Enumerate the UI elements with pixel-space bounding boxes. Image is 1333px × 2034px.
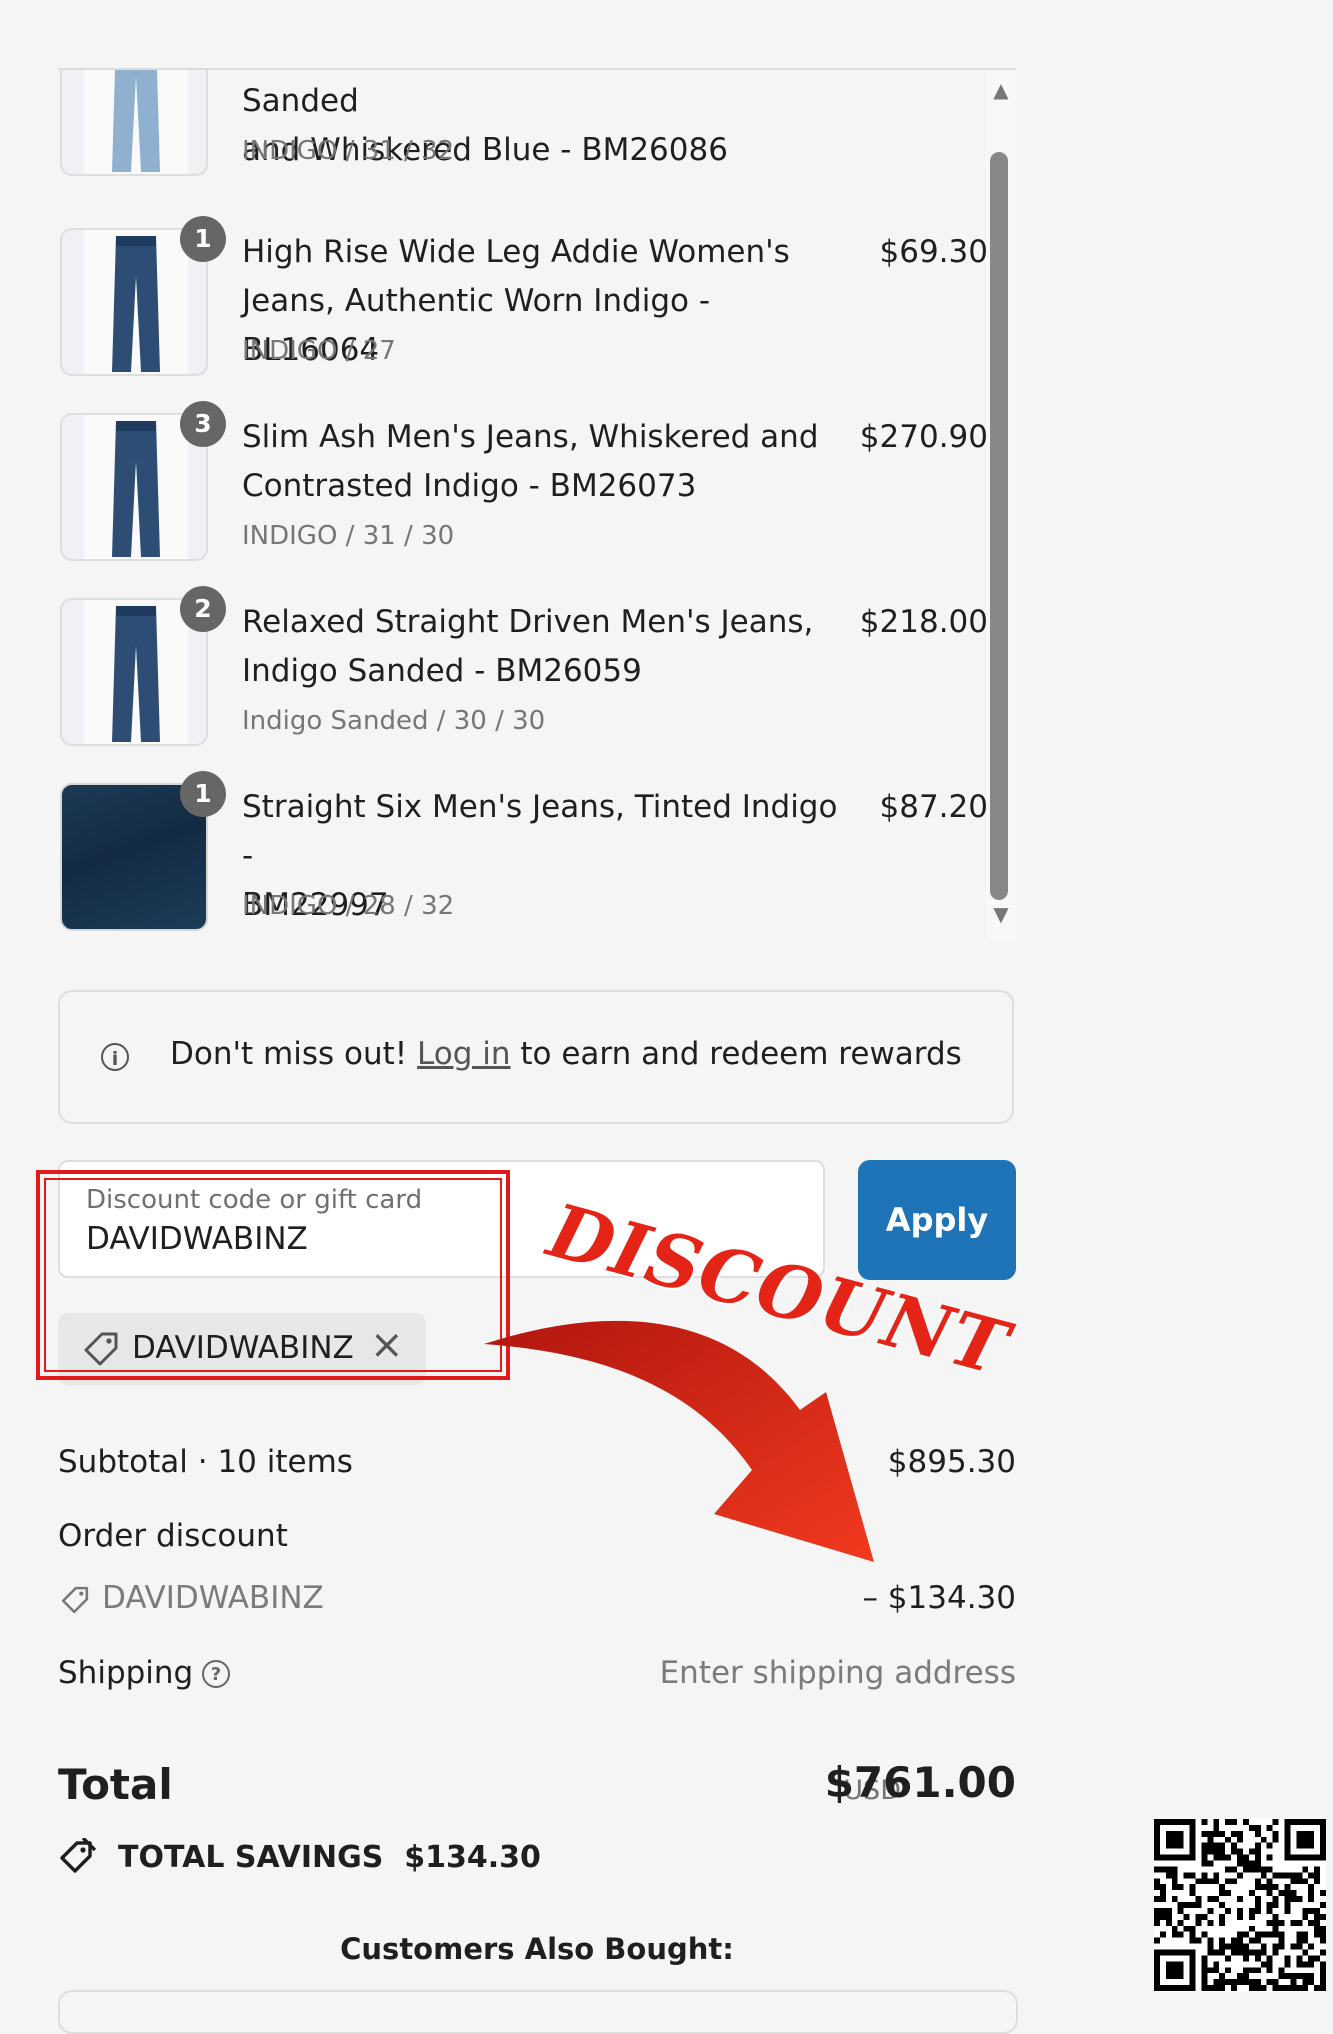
product-price: $87.20 [879,789,988,825]
cart-item: 3 Slim Ash Men's Jeans, Whiskered and Cont… [58,401,988,598]
total-savings: TOTAL SAVINGS $134.30 [118,1840,541,1875]
product-name: Slim Ash Men's Jeans, Whiskered and Contr… [242,413,842,511]
scroll-down-arrow-icon[interactable]: ▼ [989,902,1013,926]
cart-item-list[interactable]: Slim Bootcut King Men's Jeans, Sandedand… [58,68,1016,940]
recommendation-card[interactable] [58,1990,1018,2034]
quantity-badge: 1 [180,771,226,817]
order-discount-value: – $134.30 [862,1580,1016,1616]
cart-item: Slim Bootcut King Men's Jeans, Sandedand… [58,68,988,213]
savings-tag-icon [60,1838,96,1873]
help-icon[interactable]: ? [202,1660,230,1688]
product-variant: INDIGO / 31 / 32 [242,136,455,166]
cart-item: 1 High Rise Wide Leg Addie Women's Jeans, … [58,216,988,413]
login-link[interactable]: Log in [417,1036,510,1072]
product-variant: INDIGO / 31 / 30 [242,521,455,551]
product-price: $69.30 [879,234,988,270]
product-name-line: Straight Six Men's Jeans, Tinted Indigo … [242,789,838,874]
rewards-prefix: Don't miss out! [170,1036,418,1072]
info-icon: i [101,1043,129,1071]
total-label: Total [58,1760,173,1809]
apply-button[interactable]: Apply [858,1160,1016,1280]
order-discount-label: Order discount [58,1518,288,1554]
product-name-line: Slim Ash Men's Jeans, Whiskered and [242,419,819,455]
product-name-line: High Rise Wide Leg Addie Women's [242,234,790,270]
subtotal-value: $895.30 [887,1444,1016,1480]
product-price: $218.00 [859,604,988,640]
subtotal-label: Subtotal · 10 items [58,1444,353,1480]
product-variant: INDIGO / 28 / 32 [242,891,455,921]
quantity-badge: 2 [180,586,226,632]
total-value: $761.00 [824,1758,1016,1807]
savings-value: $134.30 [404,1840,541,1875]
product-name: Relaxed Straight Driven Men's Jeans, Indi… [242,598,842,696]
red-arrow-icon [484,1320,874,1562]
product-variant: Indigo Sanded / 30 / 30 [242,706,546,736]
product-name-line: Indigo Sanded - BM26059 [242,653,642,689]
shipping-value: Enter shipping address [659,1655,1016,1691]
product-name-line: Relaxed Straight Driven Men's Jeans, [242,604,814,640]
product-variant: INDIGO / 27 [242,336,396,366]
scrollbar-thumb[interactable] [990,152,1008,900]
product-thumbnail[interactable] [60,68,208,176]
customers-also-bought-heading: Customers Also Bought: [340,1932,734,1966]
quantity-badge: 3 [180,401,226,447]
savings-label: TOTAL SAVINGS [118,1840,384,1875]
product-price: $270.90 [859,419,988,455]
list-divider [58,68,1016,70]
qr-code [1154,1818,1326,1992]
highlight-box-inner [44,1178,502,1372]
shipping-label: Shipping [58,1655,194,1691]
tag-icon [61,1586,89,1614]
cart-item: 2 Relaxed Straight Driven Men's Jeans, Ind… [58,586,988,783]
rewards-message: Don't miss out! Log in to earn and redee… [170,1036,962,1072]
product-name-line: Slim Bootcut King Men's Jeans, Sanded [242,68,720,119]
product-name-line: Contrasted Indigo - BM26073 [242,468,697,504]
cart-item: 1 Straight Six Men's Jeans, Tinted Indigo… [58,771,988,940]
scroll-up-arrow-icon[interactable]: ▲ [989,78,1013,102]
summary-discount-code: DAVIDWABINZ [102,1580,324,1616]
rewards-suffix: to earn and redeem rewards [510,1036,962,1072]
quantity-badge: 1 [180,216,226,262]
